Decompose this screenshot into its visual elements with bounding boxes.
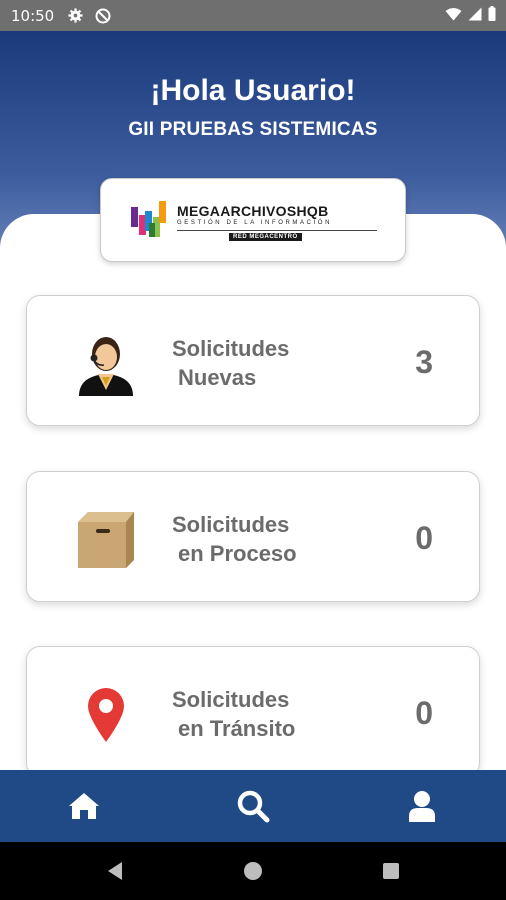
recents-square-icon (383, 863, 399, 879)
card-count: 3 (415, 344, 433, 380)
gear-icon (68, 8, 83, 23)
home-icon (69, 793, 100, 819)
back-triangle-icon (108, 862, 122, 880)
logo-tagline: GESTIÓN DE LA INFORMACIÓN (177, 220, 333, 226)
logo-network-tag: RED MEGACENTRO (229, 233, 302, 241)
status-bar: 10:50 (0, 0, 506, 31)
system-home-button[interactable] (228, 846, 278, 896)
wifi-icon (445, 7, 462, 25)
card-label-line1: Solicitudes (172, 512, 290, 537)
card-label-line2: en Proceso (178, 541, 297, 566)
card-label-line2: Nuevas (178, 365, 257, 390)
card-label: Solicitudes en Proceso (172, 510, 342, 568)
status-time: 10:50 (11, 6, 55, 25)
logo-divider (177, 230, 377, 231)
operator-icon (71, 329, 141, 399)
system-back-button[interactable] (90, 846, 140, 896)
logo-card: MEGAARCHIVOSHQB GESTIÓN DE LA INFORMACIÓ… (100, 178, 406, 262)
battery-icon (488, 6, 496, 25)
bottom-navigation (0, 770, 506, 842)
nav-profile-button[interactable] (382, 776, 462, 836)
box-icon (71, 505, 141, 575)
greeting-title: ¡Hola Usuario! (150, 74, 356, 107)
user-icon (408, 791, 435, 822)
card-count: 0 (415, 520, 433, 556)
card-solicitudes-en-proceso[interactable]: Solicitudes en Proceso 0 (26, 471, 480, 602)
home-circle-icon (244, 862, 262, 880)
signal-icon (468, 7, 482, 25)
at-sign-icon (95, 8, 111, 24)
card-solicitudes-nuevas[interactable]: Solicitudes Nuevas 3 (26, 295, 480, 426)
card-solicitudes-en-transito[interactable]: Solicitudes en Tránsito 0 (26, 646, 480, 777)
megaarchivos-logo-mark (131, 201, 166, 237)
card-label-line1: Solicitudes (172, 687, 290, 712)
system-recents-button[interactable] (366, 846, 416, 896)
nav-home-button[interactable] (44, 776, 124, 836)
location-pin-icon (71, 680, 141, 750)
card-label: Solicitudes Nuevas (172, 334, 342, 392)
card-label-line1: Solicitudes (172, 336, 290, 361)
card-label-line2: en Tránsito (178, 716, 296, 741)
card-count: 0 (415, 695, 433, 731)
company-name: GII PRUEBAS SISTEMICAS (128, 119, 378, 140)
search-icon (237, 790, 270, 823)
card-label: Solicitudes en Tránsito (172, 685, 342, 743)
logo-brand-text: MEGAARCHIVOSHQB (177, 203, 329, 219)
system-navigation-bar (0, 842, 506, 900)
nav-search-button[interactable] (213, 776, 293, 836)
